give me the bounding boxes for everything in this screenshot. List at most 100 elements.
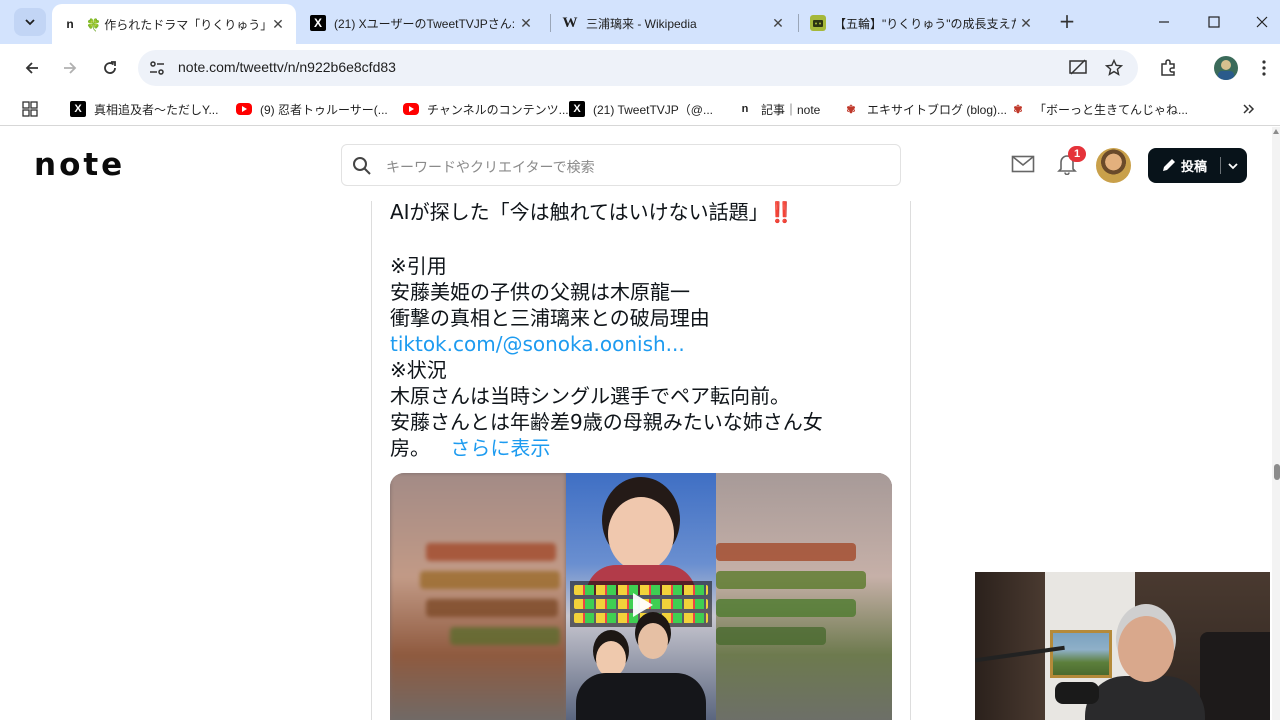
bookmark-item[interactable]: n 記事｜note bbox=[737, 100, 821, 118]
search-input[interactable]: キーワードやクリエイターで検索 bbox=[341, 144, 901, 186]
webcam-overlay bbox=[975, 572, 1270, 720]
page-scrollbar[interactable] bbox=[1272, 127, 1280, 720]
thumbnail-center-image bbox=[566, 473, 716, 720]
tab-title: 🍀 作られたドラマ「りくりゅう」: bbox=[86, 17, 268, 32]
reload-button[interactable] bbox=[98, 56, 122, 80]
post-button-label: 投稿 bbox=[1181, 160, 1208, 175]
cast-off-icon bbox=[1069, 59, 1087, 75]
more-bookmarks-button[interactable] bbox=[1242, 100, 1256, 118]
tab-title: 三浦璃来 - Wikipedia bbox=[586, 16, 697, 31]
back-button[interactable] bbox=[20, 56, 44, 80]
tab-separator bbox=[550, 14, 551, 32]
site-settings-icon[interactable] bbox=[148, 59, 166, 77]
tweet-tiktok-link[interactable]: tiktok.com/@sonoka.oonish... bbox=[390, 331, 685, 357]
tweet-line: ※状況 bbox=[390, 358, 447, 382]
tweet-line: AIが探した「今は触れてはいけない話題」‼️ bbox=[390, 199, 794, 225]
play-icon[interactable] bbox=[625, 589, 657, 621]
browser-toolbar: note.com/tweettv/n/n922b6e8cfd83 bbox=[0, 44, 1280, 92]
tweet-line: 木原さんは当時シングル選手でペア転向前。 bbox=[390, 384, 790, 408]
close-tab-icon[interactable]: ✕ bbox=[768, 15, 788, 32]
x-favicon-icon: X bbox=[310, 15, 326, 31]
tab-note-article[interactable]: n 🍀 作られたドラマ「りくりゅう」: ✕ bbox=[52, 4, 296, 44]
chevron-down-icon[interactable] bbox=[1226, 159, 1240, 173]
framed-painting bbox=[1050, 630, 1112, 678]
minimize-icon bbox=[1159, 21, 1169, 23]
youtube-logo-icon bbox=[403, 101, 419, 117]
bookmark-item[interactable]: ✾ エキサイトブログ (blog)... bbox=[843, 100, 1007, 118]
note-logo-icon: n bbox=[741, 103, 749, 115]
tweet-line: 安藤美姫の子供の父親は木原龍一 bbox=[390, 280, 690, 304]
minimize-window-button[interactable] bbox=[1152, 10, 1176, 34]
tweet-video-thumbnail[interactable] bbox=[390, 473, 892, 720]
bookmark-item[interactable]: X 真相追及者〜ただしY... bbox=[70, 100, 218, 118]
bookmark-label: (9) 忍者トゥルーサー(... bbox=[260, 102, 388, 117]
double-exclamation-icon: ‼️ bbox=[768, 200, 794, 224]
embedded-tweet-card[interactable]: AIが探した「今は触れてはいけない話題」‼️ ※引用 安藤美姫の子供の父親は木原… bbox=[371, 199, 911, 720]
bookmark-label: エキサイトブログ (blog)... bbox=[867, 102, 1008, 117]
thumbnail-blur-right bbox=[716, 473, 892, 720]
tab-niconico-news[interactable]: 【五輪】"りくりゅう"の成長支えた陰 ✕ bbox=[800, 6, 1044, 40]
x-logo-icon: X bbox=[569, 101, 585, 117]
chevron-double-right-icon bbox=[1243, 104, 1255, 114]
youtube-logo-icon bbox=[236, 101, 252, 117]
close-tab-icon[interactable]: ✕ bbox=[1016, 15, 1036, 32]
maximize-window-button[interactable] bbox=[1202, 10, 1226, 34]
bookmark-star-button[interactable] bbox=[1104, 58, 1124, 78]
reload-icon bbox=[104, 61, 116, 74]
note-logo[interactable]: note bbox=[34, 149, 125, 181]
arrow-right-icon bbox=[64, 62, 77, 74]
apps-button[interactable] bbox=[22, 100, 38, 118]
x-logo-icon: X bbox=[70, 101, 86, 117]
close-window-button[interactable] bbox=[1250, 10, 1274, 34]
close-icon bbox=[1256, 16, 1268, 28]
tab-title: (21) XユーザーのTweetTVJPさん: bbox=[334, 16, 516, 31]
tweet-headline: AIが探した「今は触れてはいけない話題」 bbox=[390, 200, 769, 224]
forward-button[interactable] bbox=[58, 56, 82, 80]
scrollbar-thumb[interactable] bbox=[1274, 464, 1280, 480]
tab-wikipedia[interactable]: W 三浦璃来 - Wikipedia ✕ bbox=[552, 6, 796, 40]
bookmark-label: 記事｜note bbox=[761, 102, 821, 117]
post-button-divider bbox=[1220, 157, 1221, 174]
post-button[interactable]: 投稿 bbox=[1148, 148, 1247, 183]
search-icon bbox=[353, 157, 371, 175]
bookmark-item[interactable]: (9) 忍者トゥルーサー(... bbox=[236, 100, 388, 118]
cast-off-button[interactable] bbox=[1068, 58, 1088, 78]
url-text[interactable]: note.com/tweettv/n/n922b6e8cfd83 bbox=[178, 59, 396, 75]
tab-x-tweettv[interactable]: X (21) XユーザーのTweetTVJPさん: ✕ bbox=[300, 6, 544, 40]
bookmark-label: チャンネルのコンテンツ... bbox=[427, 102, 569, 117]
bookmark-label: 「ボーっと生きてんじゃね... bbox=[1034, 102, 1189, 117]
arrow-left-icon bbox=[25, 62, 38, 74]
show-more-link[interactable]: さらに表示 bbox=[450, 436, 550, 460]
scroll-up-arrow-icon[interactable] bbox=[1273, 129, 1279, 134]
chevron-down-icon bbox=[25, 19, 35, 26]
user-avatar[interactable] bbox=[1096, 148, 1131, 183]
note-header: note キーワードやクリエイターで検索 1 投稿 bbox=[0, 127, 1280, 201]
apps-grid-icon bbox=[22, 101, 38, 117]
paw-logo-icon: ✾ bbox=[846, 103, 856, 116]
niconico-favicon-icon bbox=[810, 15, 826, 31]
mail-icon bbox=[1011, 155, 1035, 173]
bookmark-item[interactable]: チャンネルのコンテンツ... bbox=[403, 100, 569, 118]
microphone bbox=[1055, 682, 1099, 704]
bookmark-label: 真相追及者〜ただしY... bbox=[94, 102, 219, 117]
new-tab-button[interactable]: + bbox=[1056, 11, 1078, 33]
messages-button[interactable] bbox=[1010, 151, 1036, 177]
notification-count-badge: 1 bbox=[1068, 146, 1086, 162]
extensions-button[interactable] bbox=[1156, 56, 1180, 80]
address-bar[interactable]: note.com/tweettv/n/n922b6e8cfd83 bbox=[138, 50, 1138, 86]
browser-menu-button[interactable] bbox=[1252, 56, 1276, 80]
maximize-icon bbox=[1208, 16, 1220, 28]
close-tab-icon[interactable]: ✕ bbox=[516, 15, 536, 32]
browser-profile-avatar[interactable] bbox=[1214, 56, 1238, 80]
tab-search-button[interactable] bbox=[14, 8, 46, 36]
more-vertical-icon bbox=[1262, 60, 1266, 76]
profile-icon bbox=[1218, 60, 1234, 80]
presenter-face bbox=[1118, 616, 1174, 682]
close-tab-icon[interactable]: ✕ bbox=[268, 16, 288, 33]
tab-strip: n 🍀 作られたドラマ「りくりゅう」: ✕ X (21) XユーザーのTweet… bbox=[0, 0, 1280, 44]
bookmark-item[interactable]: X (21) TweetTVJP（@... bbox=[569, 100, 713, 118]
tab-separator bbox=[798, 14, 799, 32]
bookmarks-bar: X 真相追及者〜ただしY... (9) 忍者トゥルーサー(... チャンネルのコ… bbox=[0, 92, 1280, 126]
bookmark-item[interactable]: ✾ 「ボーっと生きてんじゃね... bbox=[1010, 100, 1188, 118]
wikipedia-favicon-icon: W bbox=[562, 14, 578, 31]
